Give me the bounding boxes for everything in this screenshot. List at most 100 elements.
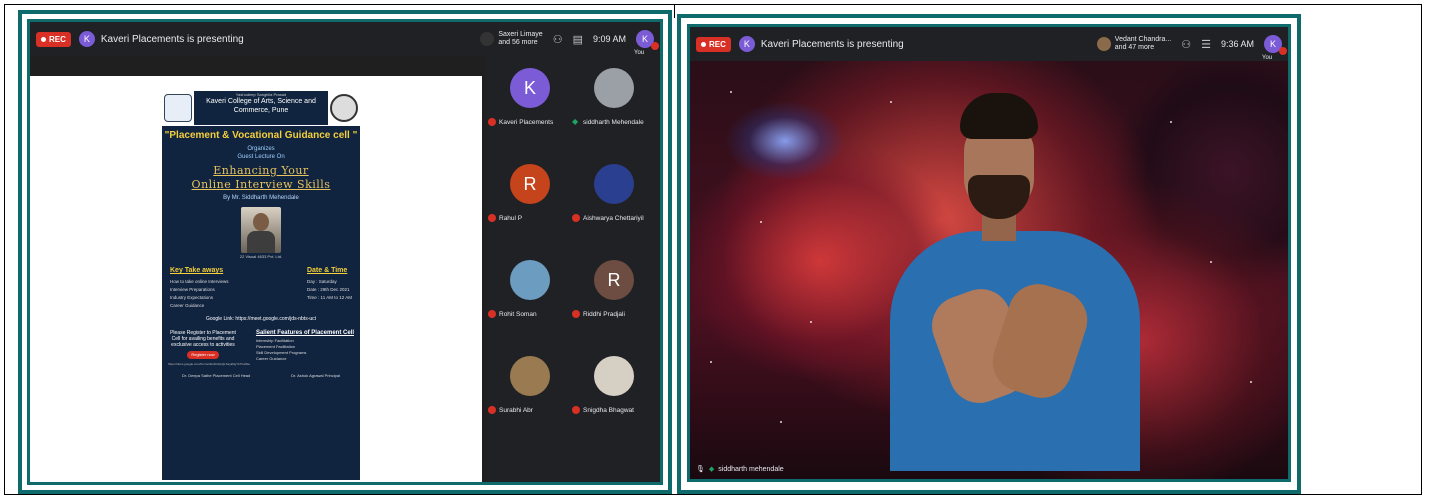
participant-tile[interactable]: Aishwarya Chettariyil bbox=[570, 152, 650, 244]
participant-mini-avatar bbox=[1096, 37, 1111, 51]
chat-icon[interactable]: ☰ bbox=[1201, 38, 1211, 51]
participant-tile[interactable]: R Rahul P bbox=[486, 152, 566, 244]
mic-off-icon bbox=[572, 310, 580, 318]
features-heading: Salient Features of Placement Cell bbox=[255, 330, 354, 336]
date-item: Time : 11 AM to 12 AM bbox=[306, 295, 352, 300]
key-item: Industry Expectations bbox=[170, 295, 214, 300]
poster-title: Enhancing Your Online Interview Skills bbox=[162, 164, 360, 192]
participant-name: Aishwarya Chettariyil bbox=[583, 214, 644, 222]
table-border-bottom bbox=[4, 494, 1422, 495]
register-button: Register now bbox=[187, 351, 219, 359]
right-screenshot-frame: REC K Kaveri Placements is presenting Ve… bbox=[677, 14, 1301, 494]
event-poster: Yashodeep Sanghila Prasad Kaveri College… bbox=[162, 90, 360, 480]
mic-muted-icon bbox=[651, 42, 659, 50]
table-border-left bbox=[4, 4, 5, 495]
date-heading: Date & Time bbox=[306, 267, 348, 274]
participant-avatar: R bbox=[594, 260, 634, 300]
speaker-video: 🎙 ◆ siddharth mehendale bbox=[690, 61, 1288, 479]
right-meet-window: REC K Kaveri Placements is presenting Ve… bbox=[687, 24, 1291, 482]
participant-name: Rahul P bbox=[499, 214, 523, 222]
key-item: Interview Preparations bbox=[170, 287, 215, 292]
mic-off-icon bbox=[488, 214, 496, 222]
participant-tile[interactable]: ◆ siddharth Mehendale bbox=[570, 56, 650, 148]
participant-tile[interactable]: K Kaveri Placements bbox=[486, 56, 566, 148]
recording-badge: REC bbox=[696, 36, 731, 52]
speaking-icon: ◆ bbox=[572, 117, 579, 126]
others-line1: Vedant Chandra... bbox=[1114, 36, 1172, 43]
self-avatar[interactable]: K You bbox=[1262, 35, 1287, 61]
record-dot-icon bbox=[701, 41, 706, 47]
presentation-slide: Yashodeep Sanghila Prasad Kaveri College… bbox=[30, 76, 482, 482]
table-divider bbox=[674, 4, 675, 18]
speaker-name: siddharth mehendale bbox=[718, 465, 784, 473]
mic-off-icon bbox=[488, 406, 496, 414]
college-label: Kaveri College of Arts, Science and Comm… bbox=[206, 98, 316, 114]
participant-avatar bbox=[510, 260, 550, 300]
college-tiny: Yashodeep Sanghila Prasad bbox=[235, 92, 287, 97]
mic-muted-icon bbox=[1279, 47, 1287, 55]
participant-avatar bbox=[594, 164, 634, 204]
record-dot-icon bbox=[41, 36, 46, 42]
people-icon[interactable]: ⚇ bbox=[553, 33, 563, 46]
college-name: Yashodeep Sanghila Prasad Kaveri College… bbox=[194, 91, 328, 125]
feature-item: Career Guidance bbox=[255, 356, 287, 361]
participant-name: Snigdha Bhagwat bbox=[583, 406, 634, 414]
participant-grid: K Kaveri Placements ◆ siddharth Mehendale… bbox=[486, 56, 660, 482]
mic-off-icon bbox=[488, 310, 496, 318]
signature-2: Dr. Ashok Agrawal Principal bbox=[291, 373, 340, 378]
date-item: Day : Saturday bbox=[306, 279, 337, 284]
features-box: Salient Features of Placement Cell Inter… bbox=[256, 330, 354, 367]
speaker-name-tag: 🎙 ◆ siddharth mehendale bbox=[696, 465, 784, 474]
clock: 9:36 AM bbox=[1220, 39, 1254, 49]
participant-mini-avatar bbox=[480, 32, 495, 46]
participant-tile[interactable]: Surabhi Abr bbox=[486, 344, 566, 436]
presenter-figure bbox=[850, 81, 1140, 471]
participant-tile[interactable]: Snigdha Bhagwat bbox=[570, 344, 650, 436]
title-line1: Enhancing Your bbox=[213, 164, 309, 177]
speaking-icon: ◆ bbox=[708, 466, 715, 473]
mic-off-icon bbox=[572, 214, 580, 222]
key-heading: Key Take aways bbox=[170, 267, 224, 274]
presenter-avatar: K bbox=[78, 31, 95, 47]
college-seal-icon bbox=[330, 94, 358, 122]
people-icon[interactable]: ⚇ bbox=[1181, 38, 1191, 51]
organizes-label: Organizes bbox=[247, 146, 275, 152]
participant-name: Kaveri Placements bbox=[499, 118, 554, 126]
clock: 9:09 AM bbox=[592, 34, 626, 44]
others-indicator[interactable]: Vedant Chandra... and 47 more bbox=[1096, 36, 1172, 52]
poster-signatures: Dr. Deepa Sathe Placement Cell Head Dr. … bbox=[162, 373, 360, 378]
participant-avatar: K bbox=[510, 68, 550, 108]
left-meet-window: REC K Kaveri Placements is presenting Sa… bbox=[27, 19, 663, 485]
others-line2: and 56 more bbox=[498, 39, 538, 46]
chat-icon[interactable]: ▤ bbox=[573, 33, 583, 46]
title-line2: Online Interview Skills bbox=[191, 178, 331, 191]
others-indicator[interactable]: Saxeri Limaye and 56 more bbox=[480, 31, 543, 47]
self-avatar[interactable]: K You bbox=[634, 30, 659, 56]
self-initial: K bbox=[641, 34, 648, 44]
participant-tile[interactable]: Rohit Soman bbox=[486, 248, 566, 340]
rec-label: REC bbox=[709, 39, 726, 49]
poster-meet-link: Google Link: https://meet.google.com/jds… bbox=[205, 316, 317, 322]
others-line2: and 47 more bbox=[1114, 44, 1155, 51]
participant-name: siddharth Mehendale bbox=[583, 118, 644, 126]
key-item: How to take online Interviews bbox=[170, 279, 229, 284]
participant-avatar bbox=[510, 356, 550, 396]
guest-label: Guest Lecture On bbox=[237, 154, 285, 160]
participant-avatar bbox=[594, 356, 634, 396]
rec-label: REC bbox=[49, 34, 66, 44]
presenter-avatar: K bbox=[738, 36, 755, 52]
college-logo-icon bbox=[164, 94, 192, 122]
register-url: https://docs.google.com/forms/d/e/1FAIpQ… bbox=[168, 362, 250, 366]
poster-cell-name: "Placement & Vocational Guidance cell " bbox=[164, 130, 358, 141]
speaker-photo bbox=[241, 207, 281, 253]
participant-tile[interactable]: R Riddhi Pradjali bbox=[570, 248, 650, 340]
register-box: Please Register to Placement Cell for av… bbox=[168, 330, 250, 367]
meet-top-bar: REC K Kaveri Placements is presenting Ve… bbox=[690, 27, 1288, 61]
photo-caption: 22 Visual 4633 Pvt. Ltd. bbox=[239, 254, 283, 259]
mic-off-icon bbox=[572, 406, 580, 414]
others-line1: Saxeri Limaye bbox=[498, 31, 543, 38]
recording-badge: REC bbox=[36, 31, 71, 47]
date-item: Date : 29th Dec 2021 bbox=[306, 287, 350, 292]
key-takeaways: Key Take aways How to take online Interv… bbox=[170, 267, 229, 310]
poster-organizes: Organizes Guest Lecture On bbox=[162, 145, 360, 161]
